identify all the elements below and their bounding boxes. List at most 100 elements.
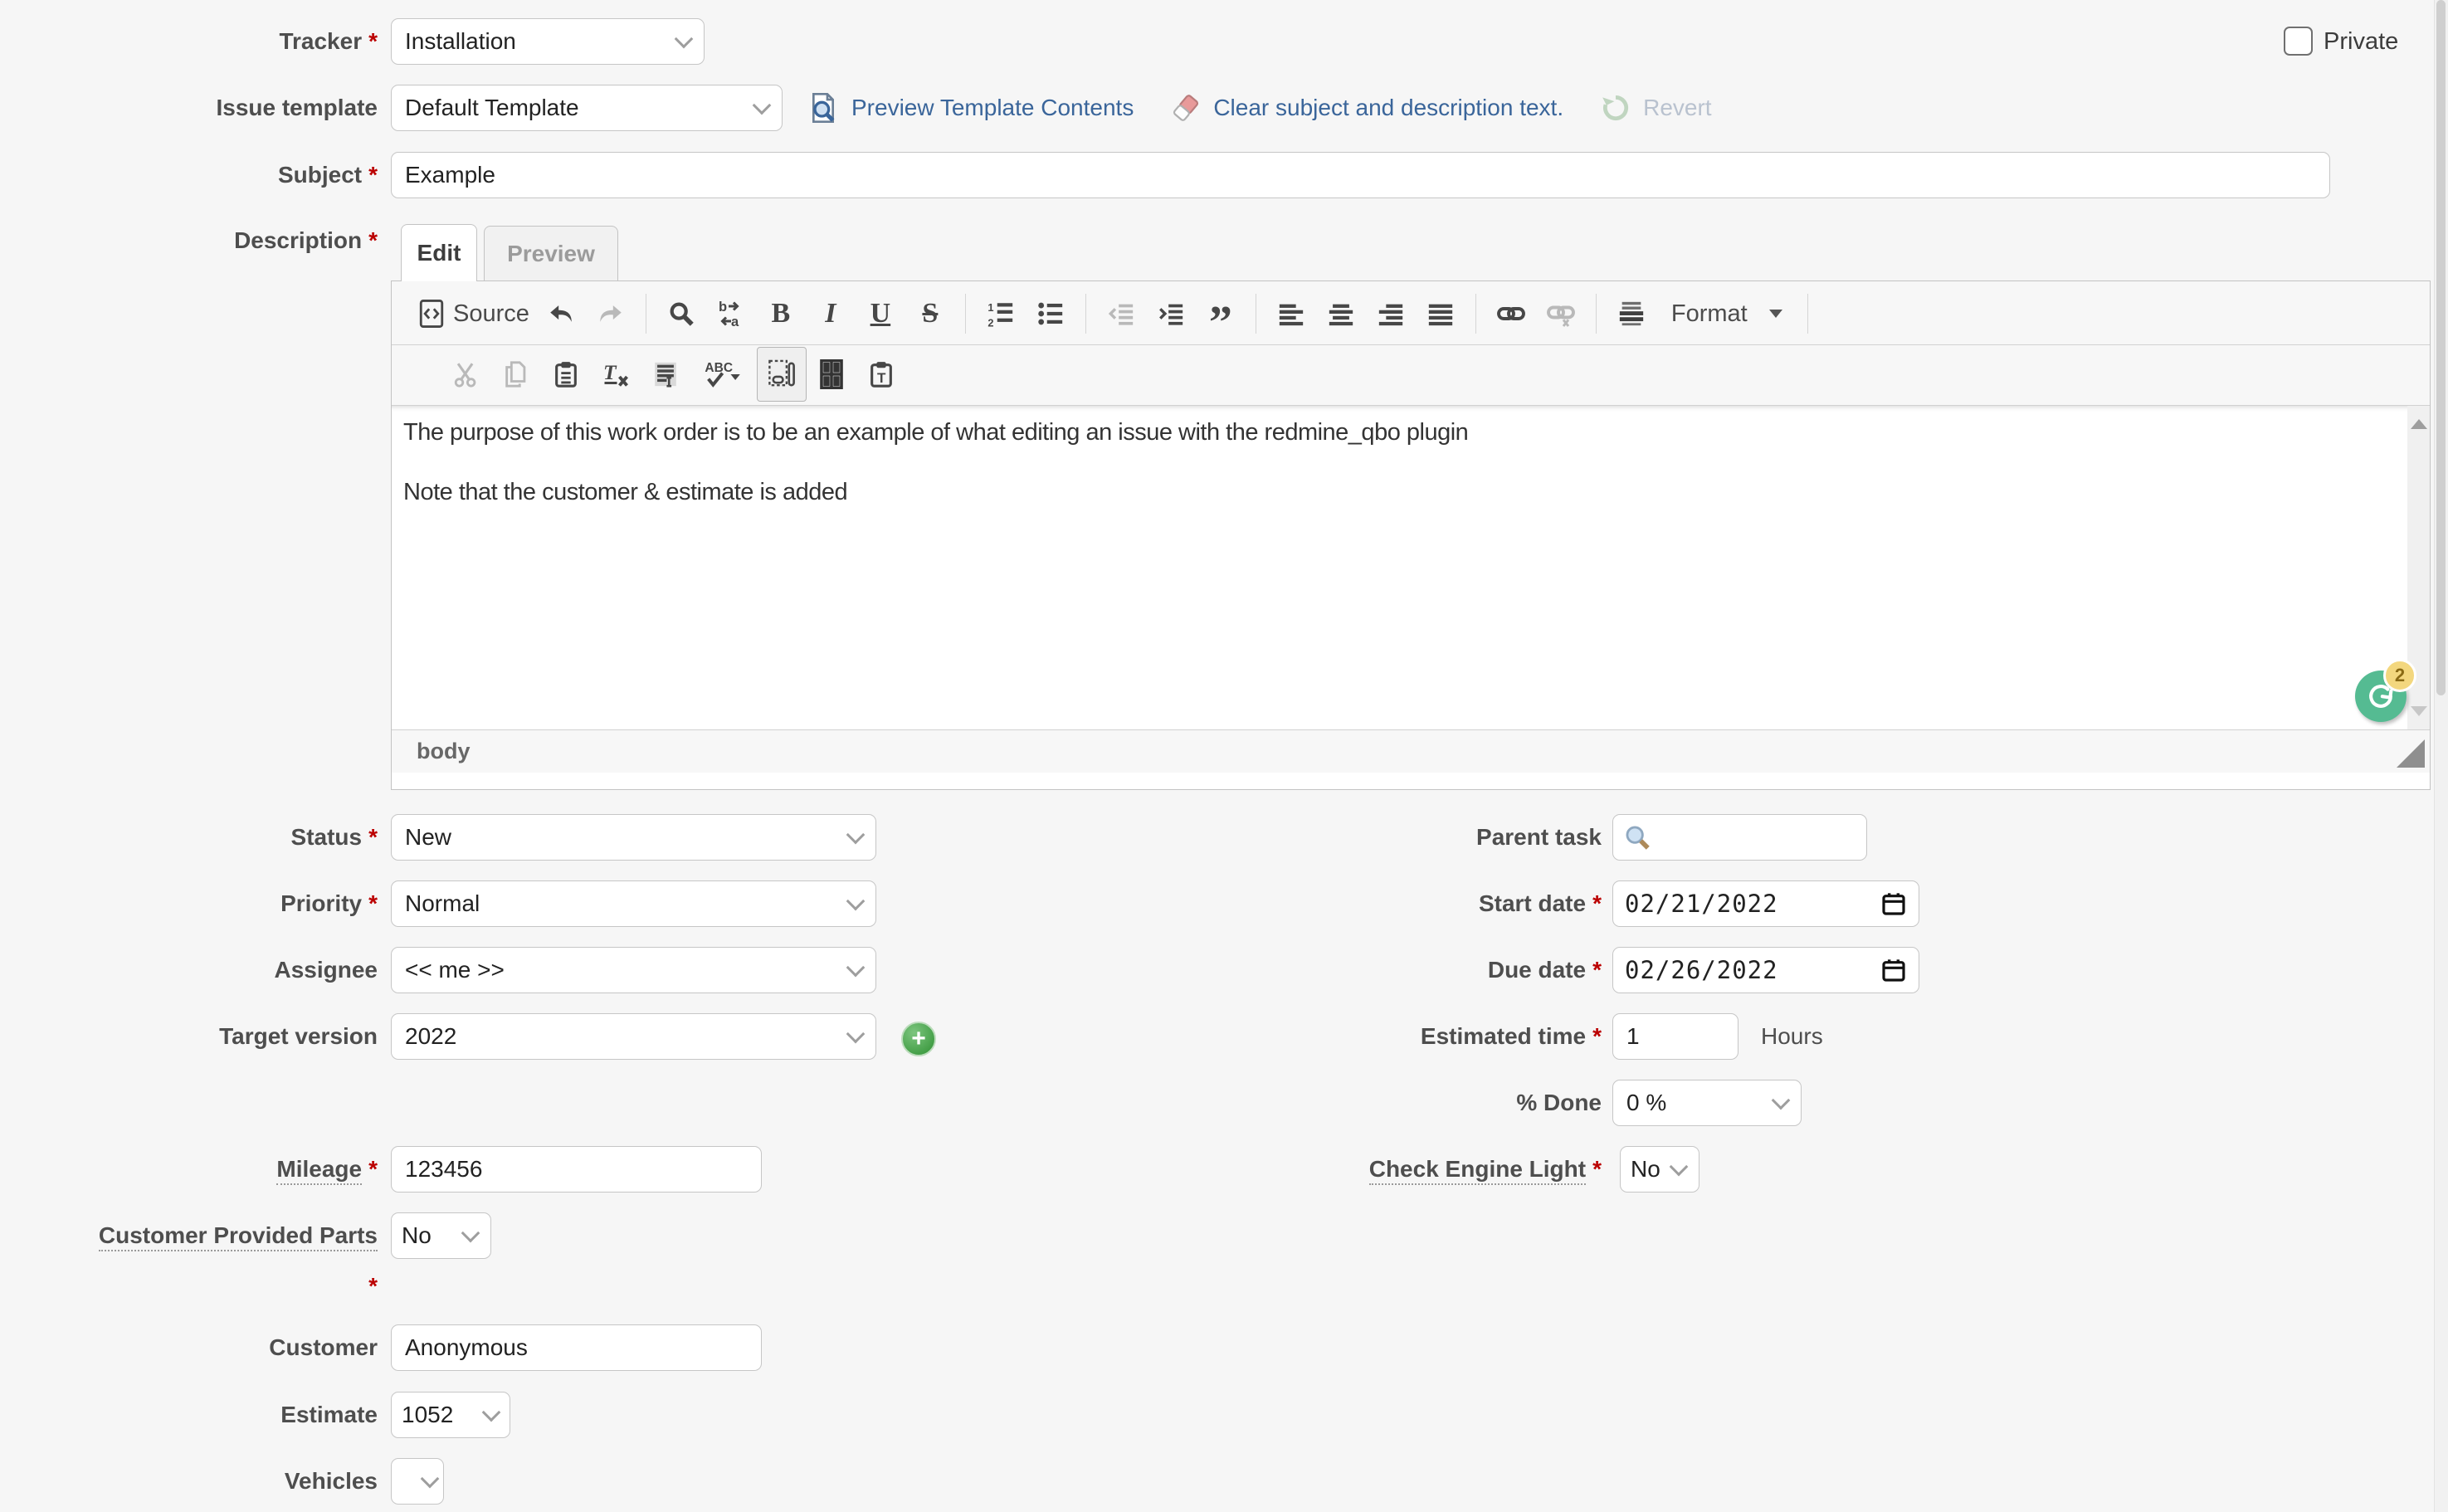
due-date-input[interactable]: 02/26/2022	[1612, 947, 1919, 993]
align-right-icon[interactable]	[1366, 286, 1416, 341]
tracker-label: Tracker*	[0, 18, 378, 65]
editor-document[interactable]: The purpose of this work order is to be …	[403, 417, 2380, 537]
unlink-icon[interactable]	[1536, 286, 1586, 341]
redo-icon[interactable]	[586, 286, 636, 341]
customer-provided-parts-select[interactable]: No	[391, 1212, 491, 1259]
replace-icon[interactable]: ba	[706, 286, 756, 341]
chevron-down-icon	[846, 892, 866, 911]
estimated-time-input[interactable]	[1612, 1013, 1738, 1060]
vehicles-select[interactable]	[391, 1458, 444, 1505]
add-version-button[interactable]: +	[901, 1022, 936, 1056]
svg-text:T: T	[603, 360, 617, 384]
customer-provided-parts-required: *	[0, 1263, 378, 1310]
paste-icon[interactable]	[541, 347, 591, 402]
bulleted-list-icon[interactable]	[1026, 286, 1075, 341]
outdent-icon[interactable]	[1096, 286, 1146, 341]
page-scrollbar[interactable]	[2434, 0, 2448, 1512]
link-icon[interactable]	[1486, 286, 1536, 341]
tracker-value: Installation	[405, 28, 669, 55]
find-icon[interactable]	[656, 286, 706, 341]
format-dropdown[interactable]: Format	[1656, 287, 1797, 340]
styles-icon[interactable]	[1607, 286, 1656, 341]
preview-template-link[interactable]: Preview Template Contents	[851, 95, 1134, 121]
mileage-label: Mileage*	[0, 1146, 378, 1193]
chevron-down-icon	[461, 1224, 480, 1243]
editor-paragraph: The purpose of this work order is to be …	[403, 417, 2380, 448]
start-date-input[interactable]: 02/21/2022	[1612, 880, 1919, 927]
parent-task-input[interactable]	[1612, 814, 1867, 861]
table-icon[interactable]	[807, 347, 856, 402]
grammarly-button[interactable]: 2	[2355, 671, 2407, 722]
paste-text-icon[interactable]: T	[856, 347, 906, 402]
align-center-icon[interactable]	[1316, 286, 1366, 341]
chevron-down-icon	[675, 30, 694, 49]
hours-label: Hours	[1761, 1013, 1823, 1060]
italic-icon[interactable]: I	[806, 286, 856, 341]
indent-icon[interactable]	[1146, 286, 1196, 341]
element-path[interactable]: body	[417, 739, 471, 764]
tracker-select[interactable]: Installation	[391, 18, 705, 65]
check-engine-light-select[interactable]: No	[1620, 1146, 1699, 1193]
cut-icon[interactable]	[441, 347, 491, 402]
issue-template-label: Issue template	[0, 85, 378, 131]
start-date-label: Start date*	[1021, 880, 1602, 927]
scroll-down-icon[interactable]	[2411, 706, 2427, 716]
paste-from-word-icon[interactable]	[641, 347, 690, 402]
status-select[interactable]: New	[391, 814, 876, 861]
target-version-select[interactable]: 2022	[391, 1013, 876, 1060]
page-scrollbar-thumb[interactable]	[2436, 0, 2446, 695]
assignee-select[interactable]: << me >>	[391, 947, 876, 993]
private-checkbox[interactable]	[2284, 27, 2313, 56]
target-version-value: 2022	[405, 1023, 841, 1050]
undo-icon[interactable]	[536, 286, 586, 341]
eraser-icon	[1170, 92, 1202, 124]
blockquote-icon[interactable]: ”	[1196, 286, 1246, 341]
clear-subject-link[interactable]: Clear subject and description text.	[1213, 95, 1563, 121]
copy-icon[interactable]	[491, 347, 541, 402]
percent-done-select[interactable]: 0 %	[1612, 1080, 1802, 1126]
percent-done-value: 0 %	[1626, 1090, 1766, 1116]
align-left-icon[interactable]	[1266, 286, 1316, 341]
target-version-label: Target version	[0, 1013, 378, 1060]
chevron-down-icon	[753, 96, 772, 115]
customer-input[interactable]	[391, 1324, 762, 1371]
subject-input[interactable]	[391, 152, 2330, 198]
svg-text:b: b	[719, 300, 727, 315]
strikethrough-icon[interactable]: S	[905, 286, 955, 341]
editor-toolbar-row1: Source ba B I U S 12 ” Format	[392, 281, 2430, 345]
assignee-value: << me >>	[405, 957, 841, 983]
tab-edit[interactable]: Edit	[401, 224, 477, 281]
svg-text:T: T	[877, 370, 886, 386]
editor-toolbar-row2: T ABC T	[392, 345, 2430, 406]
mileage-input[interactable]	[391, 1146, 762, 1193]
source-icon	[418, 300, 445, 328]
spellcheck-icon[interactable]: ABC	[690, 347, 757, 402]
tab-preview[interactable]: Preview	[484, 226, 618, 281]
format-label: Format	[1671, 300, 1748, 328]
priority-label: Priority*	[0, 880, 378, 927]
revert-icon	[1600, 92, 1631, 124]
chevron-down-icon	[1772, 1091, 1791, 1110]
scroll-up-icon[interactable]	[2411, 419, 2427, 429]
numbered-list-icon[interactable]: 12	[976, 286, 1026, 341]
resize-handle-icon[interactable]	[2397, 739, 2425, 768]
start-date-value: 02/21/2022	[1625, 890, 1778, 918]
chevron-down-icon	[846, 1025, 866, 1044]
issue-template-select[interactable]: Default Template	[391, 85, 783, 131]
bold-icon[interactable]: B	[756, 286, 806, 341]
justify-icon[interactable]	[1416, 286, 1465, 341]
estimate-select[interactable]: 1052	[391, 1392, 510, 1438]
calendar-icon[interactable]	[1880, 957, 1907, 983]
underline-icon[interactable]: U	[856, 286, 905, 341]
parent-task-label: Parent task	[1021, 814, 1602, 861]
issue-template-value: Default Template	[405, 95, 747, 121]
select-element-icon[interactable]	[757, 347, 807, 402]
editor-content-area[interactable]: The purpose of this work order is to be …	[392, 406, 2430, 729]
estimated-time-label: Estimated time*	[1021, 1013, 1602, 1060]
customer-provided-parts-label: Customer Provided Parts	[0, 1212, 378, 1259]
priority-select[interactable]: Normal	[391, 880, 876, 927]
calendar-icon[interactable]	[1880, 890, 1907, 917]
source-button[interactable]: Source	[412, 287, 536, 340]
remove-format-icon[interactable]: T	[591, 347, 641, 402]
revert-link[interactable]: Revert	[1643, 95, 1711, 121]
